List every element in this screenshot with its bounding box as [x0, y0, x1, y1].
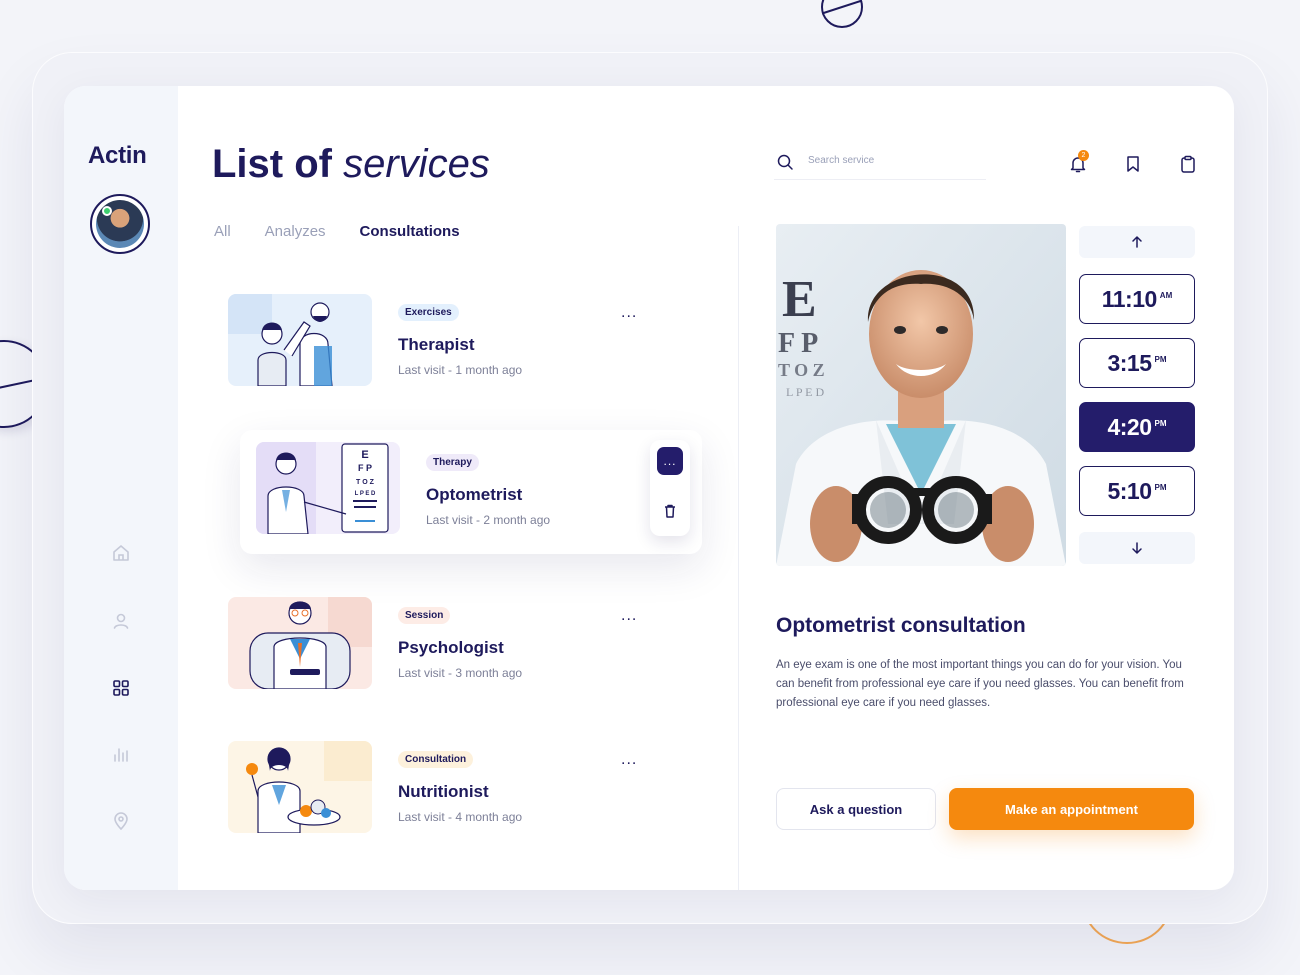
nav-location-button[interactable]: [110, 810, 132, 832]
chart-icon: [114, 748, 128, 762]
service-info: Consultation Nutritionist Last visit - 4…: [398, 749, 522, 824]
column-divider: [738, 226, 739, 890]
service-last-visit: Last visit - 2 month ago: [426, 513, 551, 527]
service-info: Session Psychologist Last visit - 3 mont…: [398, 605, 522, 680]
service-last-visit: Last visit - 4 month ago: [398, 810, 523, 824]
search-bar: [774, 150, 986, 180]
page-title: List of services: [212, 142, 490, 187]
decorative-circle-top: [821, 0, 863, 28]
service-info: Therapy Optometrist Last visit - 2 month…: [426, 452, 550, 527]
nav-services-button[interactable]: [110, 677, 132, 699]
page-title-bold: List of: [212, 142, 332, 186]
time-slot[interactable]: 5:10 PM: [1079, 466, 1195, 516]
arrow-down-icon: [1132, 542, 1142, 554]
svg-text:L P E D: L P E D: [355, 491, 376, 497]
time-period: PM: [1154, 355, 1167, 364]
arrow-up-icon: [1132, 236, 1142, 248]
service-name: Psychologist: [398, 638, 504, 657]
optometrist-photo: E F P T O Z L P E D: [776, 224, 1066, 566]
detail-description: An eye exam is one of the most important…: [776, 659, 1184, 709]
svg-text:T O Z: T O Z: [778, 360, 825, 380]
svg-text:T O Z: T O Z: [356, 479, 375, 486]
time-value: 11:10: [1101, 285, 1158, 312]
svg-text:F P: F P: [358, 463, 372, 473]
service-tag: Exercises: [398, 304, 459, 321]
nav-profile-button[interactable]: [110, 610, 132, 632]
more-options-button[interactable]: ...: [621, 752, 637, 768]
app-logo: Actin: [88, 142, 147, 169]
delete-button[interactable]: [661, 502, 679, 520]
card-action-panel: ...: [650, 440, 690, 536]
category-tabs: All Analyzes Consultations: [214, 223, 494, 240]
time-period: PM: [1154, 483, 1167, 492]
page-title-italic: services: [343, 142, 490, 186]
service-card-nutritionist[interactable]: Consultation Nutritionist Last visit - 4…: [228, 741, 648, 841]
nutritionist-illustration: [228, 741, 372, 833]
time-slot[interactable]: 11:10 AM: [1079, 274, 1195, 324]
nav-stats-button[interactable]: [110, 743, 132, 765]
service-tag: Session: [398, 607, 451, 624]
grid-icon: [113, 680, 129, 696]
svg-text:F P: F P: [778, 328, 818, 359]
notification-badge: 2: [1078, 150, 1089, 161]
app-window: Actin List of services All Analyzes Cons…: [64, 86, 1234, 890]
time-slot[interactable]: 3:15 PM: [1079, 338, 1195, 388]
time-scroll-up-button[interactable]: [1079, 226, 1195, 258]
service-info: Exercises Therapist Last visit - 1 month…: [398, 302, 522, 377]
search-icon: [777, 154, 793, 170]
service-tag: Consultation: [398, 751, 474, 768]
time-scroll-down-button[interactable]: [1079, 532, 1195, 564]
service-name: Therapist: [398, 335, 475, 354]
trash-icon: [665, 504, 675, 518]
detail-title: Optometrist consultation: [776, 614, 1026, 637]
location-icon: [114, 812, 128, 831]
nav-home-button[interactable]: [110, 542, 132, 564]
make-appointment-button[interactable]: Make an appointment: [949, 788, 1194, 830]
service-card-optometrist[interactable]: E F P T O Z L P E D Therapy Optometrist …: [240, 430, 702, 554]
psychologist-illustration: [228, 597, 372, 689]
service-name: Nutritionist: [398, 782, 489, 801]
tab-all[interactable]: All: [214, 223, 231, 240]
ask-question-button[interactable]: Ask a question: [776, 788, 936, 830]
service-last-visit: Last visit - 3 month ago: [398, 666, 523, 680]
time-period: AM: [1159, 291, 1173, 300]
optometrist-illustration: E F P T O Z L P E D: [256, 442, 400, 534]
bookmark-icon: [1127, 156, 1139, 172]
service-card-psychologist[interactable]: Session Psychologist Last visit - 3 mont…: [228, 597, 648, 697]
more-options-button[interactable]: ...: [621, 305, 637, 321]
user-icon: [113, 613, 129, 629]
bookmarks-button[interactable]: [1123, 154, 1143, 174]
service-name: Optometrist: [426, 485, 523, 504]
service-card-therapist[interactable]: Exercises Therapist Last visit - 1 month…: [228, 294, 648, 394]
more-options-button[interactable]: ...: [657, 447, 683, 475]
sidebar: Actin: [64, 86, 178, 890]
svg-text:E: E: [361, 449, 368, 461]
svg-text:E: E: [782, 271, 817, 328]
online-status-dot: [102, 206, 112, 216]
tab-analyzes[interactable]: Analyzes: [265, 223, 326, 240]
clipboard-icon: [1181, 155, 1195, 173]
more-options-button[interactable]: ...: [621, 608, 637, 624]
notifications-button[interactable]: 2: [1068, 150, 1089, 174]
tab-consultations[interactable]: Consultations: [360, 223, 460, 240]
time-value: 3:15: [1107, 349, 1152, 376]
search-input[interactable]: [808, 155, 978, 166]
time-value: 4:20: [1107, 413, 1152, 440]
service-tag: Therapy: [426, 454, 479, 471]
clipboard-button[interactable]: [1178, 154, 1198, 174]
home-icon: [113, 545, 129, 561]
therapist-illustration: [228, 294, 372, 386]
service-last-visit: Last visit - 1 month ago: [398, 363, 523, 377]
svg-text:L P E D: L P E D: [786, 385, 824, 399]
time-slot-selected[interactable]: 4:20 PM: [1079, 402, 1195, 452]
user-avatar[interactable]: [90, 194, 150, 254]
time-value: 5:10: [1107, 477, 1152, 504]
time-period: PM: [1154, 419, 1167, 428]
